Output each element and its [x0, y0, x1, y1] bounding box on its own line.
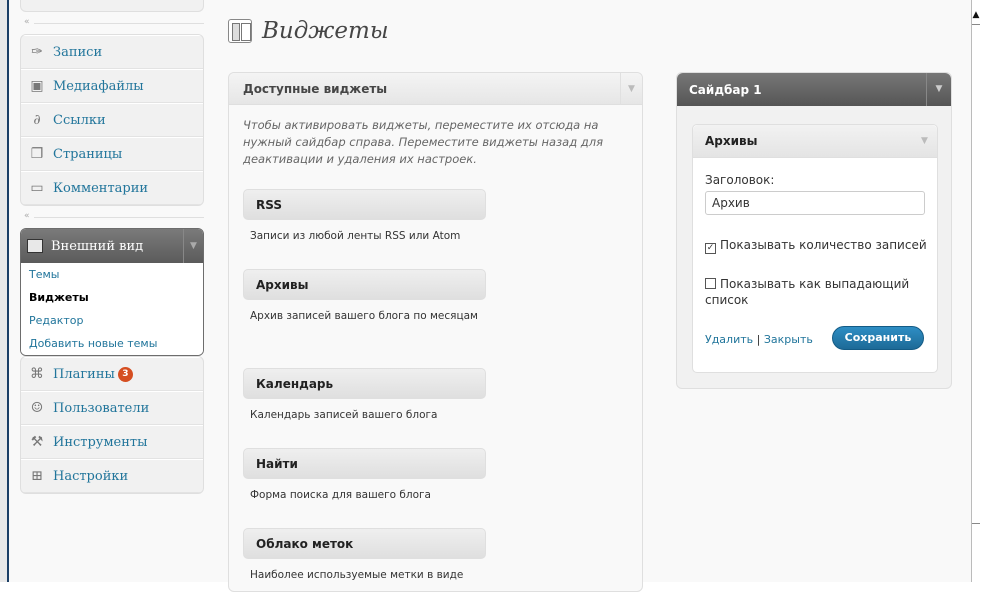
menu-item-plugins[interactable]: ⌘ Плагины 3 — [21, 357, 203, 391]
widget-title-bar[interactable]: Облако меток — [243, 528, 486, 559]
menu-group-content: ✑ Записи ▣ Медиафайлы ∂ Ссылки ❐ Страницы ▭ К… — [20, 34, 204, 206]
menu-group-tools: ⌘ Плагины 3 ☺ Пользователи ⚒ Инструменты ⊞ На… — [20, 356, 204, 494]
submenu-item-widgets[interactable]: Виджеты — [21, 286, 203, 309]
window-edge — [0, 0, 9, 582]
menu-item-posts[interactable]: ✑ Записи — [21, 35, 203, 69]
save-button[interactable]: Сохранить — [832, 326, 924, 350]
menu-item-pages[interactable]: ❐ Страницы — [21, 137, 203, 171]
widgets-icon — [228, 19, 252, 43]
available-widgets-panel: Доступные виджеты ▼ Чтобы активировать в… — [228, 72, 643, 592]
scroll-up-arrow-icon[interactable]: ▲ — [972, 10, 980, 20]
menu-item-links[interactable]: ∂ Ссылки — [21, 103, 203, 137]
pushpin-icon: ✑ — [31, 44, 43, 60]
widget-description: Наиболее используемые метки в виде — [250, 569, 464, 581]
menu-group-appearance: Внешний вид ▼ Темы Виджеты Редактор Доба… — [20, 228, 204, 356]
dropdown-label: Показывать как выпадающий список — [705, 277, 910, 307]
widget-item-tag-cloud: Облако меток Наиболее используемые метки… — [243, 528, 486, 583]
delete-link[interactable]: Удалить — [705, 333, 753, 346]
menu-item-comments[interactable]: ▭ Комментарии — [21, 171, 203, 205]
link-icon: ∂ — [33, 112, 41, 128]
widget-title-bar[interactable]: RSS — [243, 189, 486, 220]
update-count-badge: 3 — [117, 366, 133, 382]
submenu-item-themes[interactable]: Темы — [21, 263, 203, 286]
dropdown-checkbox[interactable] — [705, 278, 716, 289]
menu-item-label: Настройки — [53, 468, 129, 484]
pages-icon: ❐ — [30, 146, 44, 162]
menu-separator: « — [20, 12, 204, 34]
widget-item-rss: RSS Записи из любой ленты RSS или Atom — [243, 189, 486, 244]
tools-icon: ⚒ — [30, 434, 44, 450]
menu-item-label: Страницы — [53, 146, 123, 162]
media-icon: ▣ — [30, 78, 44, 94]
submenu-item-add-themes[interactable]: Добавить новые темы — [21, 332, 203, 355]
users-icon: ☺ — [30, 400, 44, 416]
scroll-thumb[interactable] — [972, 24, 980, 524]
menu-item-label: Внешний вид — [51, 238, 144, 254]
widget-description: Календарь записей вашего блога — [250, 409, 438, 421]
menu-top-cap — [20, 0, 204, 12]
widget-description: Записи из любой ленты RSS или Atom — [250, 230, 461, 242]
archives-widget-title: Архивы — [705, 134, 758, 148]
show-count-label: Показывать количество записей — [720, 238, 927, 252]
title-input[interactable] — [705, 191, 925, 215]
collapse-arrows-icon[interactable]: « — [24, 17, 30, 27]
available-widgets-title: Доступные виджеты — [243, 81, 388, 96]
page-title: Виджеты — [262, 18, 389, 44]
available-widgets-header[interactable]: Доступные виджеты ▼ — [229, 73, 642, 105]
menu-item-appearance[interactable]: Внешний вид ▼ — [21, 229, 203, 263]
menu-item-settings[interactable]: ⊞ Настройки — [21, 459, 203, 493]
menu-item-label: Плагины — [53, 366, 115, 382]
submenu-item-editor[interactable]: Редактор — [21, 309, 203, 332]
plugin-icon: ⌘ — [30, 366, 44, 382]
show-count-option: ✓ Показывать количество записей — [705, 237, 927, 254]
admin-menu: « ✑ Записи ▣ Медиафайлы ∂ Ссылки ❐ Страницы … — [20, 0, 204, 494]
vertical-scrollbar[interactable]: ▲ — [971, 0, 981, 582]
widget-title-bar[interactable]: Календарь — [243, 368, 486, 399]
menu-item-media[interactable]: ▣ Медиафайлы — [21, 69, 203, 103]
menu-separator: « — [20, 206, 204, 228]
comment-icon: ▭ — [30, 180, 44, 196]
widget-item-search: Найти Форма поиска для вашего блога — [243, 448, 486, 503]
close-link[interactable]: Закрыть — [764, 333, 813, 346]
widget-title-bar[interactable]: Найти — [243, 448, 486, 479]
submenu-toggle-icon[interactable]: ▼ — [183, 229, 203, 263]
sidebar-toggle-icon[interactable]: ▼ — [926, 73, 951, 106]
widget-toggle-icon[interactable]: ▼ — [912, 125, 937, 158]
menu-item-users[interactable]: ☺ Пользователи — [21, 391, 203, 425]
settings-icon: ⊞ — [31, 468, 43, 484]
show-count-checkbox[interactable]: ✓ — [705, 243, 716, 254]
menu-item-label: Комментарии — [53, 180, 149, 196]
menu-item-label: Пользователи — [53, 400, 150, 416]
sidebar-header[interactable]: Сайдбар 1 ▼ — [677, 73, 951, 106]
menu-item-label: Записи — [53, 44, 103, 60]
dropdown-option: Показывать как выпадающий список — [705, 276, 927, 308]
widget-title-bar[interactable]: Архивы — [243, 269, 486, 300]
link-separator: | — [756, 333, 761, 346]
archives-widget-header[interactable]: Архивы ▼ — [693, 125, 937, 158]
page-header: Виджеты — [228, 18, 389, 44]
widget-description: Архив записей вашего блога по месяцам — [250, 310, 478, 322]
title-field-label: Заголовок: — [705, 173, 775, 187]
sidebar-panel: Сайдбар 1 ▼ Архивы ▼ Заголовок: ✓ Показыв… — [676, 72, 952, 389]
available-widgets-description: Чтобы активировать виджеты, переместите … — [243, 118, 604, 166]
widget-item-calendar: Календарь Календарь записей вашего блога — [243, 368, 486, 423]
archives-widget-form: Архивы ▼ Заголовок: ✓ Показывать количест… — [692, 124, 938, 373]
panel-toggle-icon[interactable]: ▼ — [620, 73, 642, 105]
menu-item-tools[interactable]: ⚒ Инструменты — [21, 425, 203, 459]
menu-item-label: Ссылки — [53, 112, 106, 128]
widget-description: Форма поиска для вашего блога — [250, 489, 431, 501]
widget-action-links: Удалить | Закрыть — [705, 333, 813, 346]
menu-item-label: Медиафайлы — [53, 78, 144, 94]
sidebar-title: Сайдбар 1 — [689, 82, 762, 97]
collapse-arrows-icon[interactable]: « — [24, 211, 30, 221]
menu-item-label: Инструменты — [53, 434, 148, 450]
widget-item-archives: Архивы Архив записей вашего блога по мес… — [243, 269, 486, 324]
appearance-icon — [27, 239, 43, 253]
